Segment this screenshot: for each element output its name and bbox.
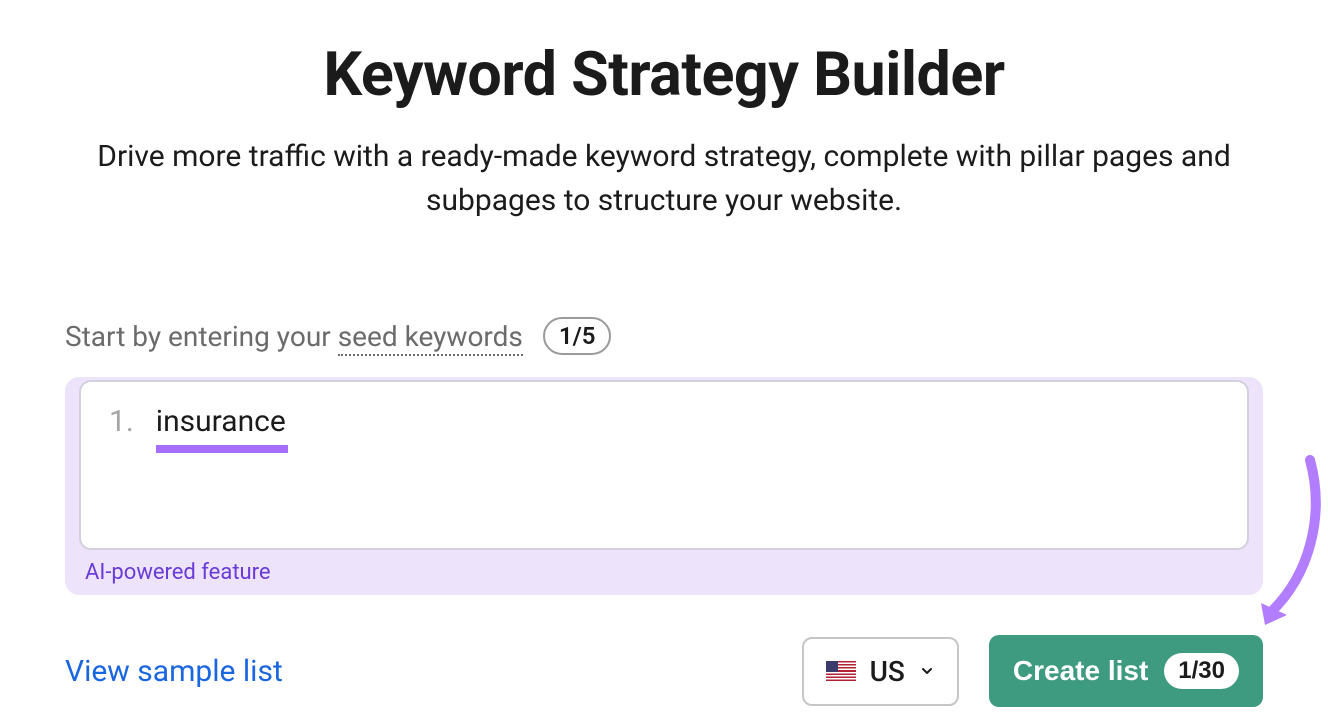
- seed-keywords-term[interactable]: seed keywords: [338, 320, 523, 356]
- ai-feature-label: AI-powered feature: [79, 560, 1249, 585]
- create-list-button[interactable]: Create list 1/30: [989, 635, 1263, 707]
- instruction-row: Start by entering your seed keywords 1/5: [65, 317, 1263, 355]
- keyword-row: 1. insurance: [109, 404, 1219, 439]
- keyword-textarea[interactable]: 1. insurance: [79, 380, 1249, 550]
- keyword-text: insurance: [156, 404, 286, 439]
- create-list-counter: 1/30: [1164, 653, 1239, 689]
- page-title: Keyword Strategy Builder: [65, 38, 1263, 110]
- view-sample-list-link[interactable]: View sample list: [65, 654, 283, 689]
- page-subtitle: Drive more traffic with a ready-made key…: [65, 135, 1263, 222]
- chevron-down-icon: [919, 663, 935, 679]
- keyword-highlight-underline: [156, 445, 288, 453]
- create-list-label: Create list: [1013, 655, 1148, 687]
- keyword-number: 1.: [109, 404, 134, 439]
- bottom-row: View sample list US Create list 1/30: [65, 635, 1263, 707]
- instruction-text: Start by entering your seed keywords: [65, 320, 523, 353]
- us-flag-icon: [826, 661, 856, 681]
- country-select[interactable]: US: [802, 637, 959, 706]
- keyword-input-panel: 1. insurance AI-powered feature: [65, 377, 1263, 595]
- instruction-prefix: Start by entering your: [65, 320, 338, 353]
- keyword-counter-pill: 1/5: [543, 317, 612, 355]
- country-code: US: [870, 655, 905, 688]
